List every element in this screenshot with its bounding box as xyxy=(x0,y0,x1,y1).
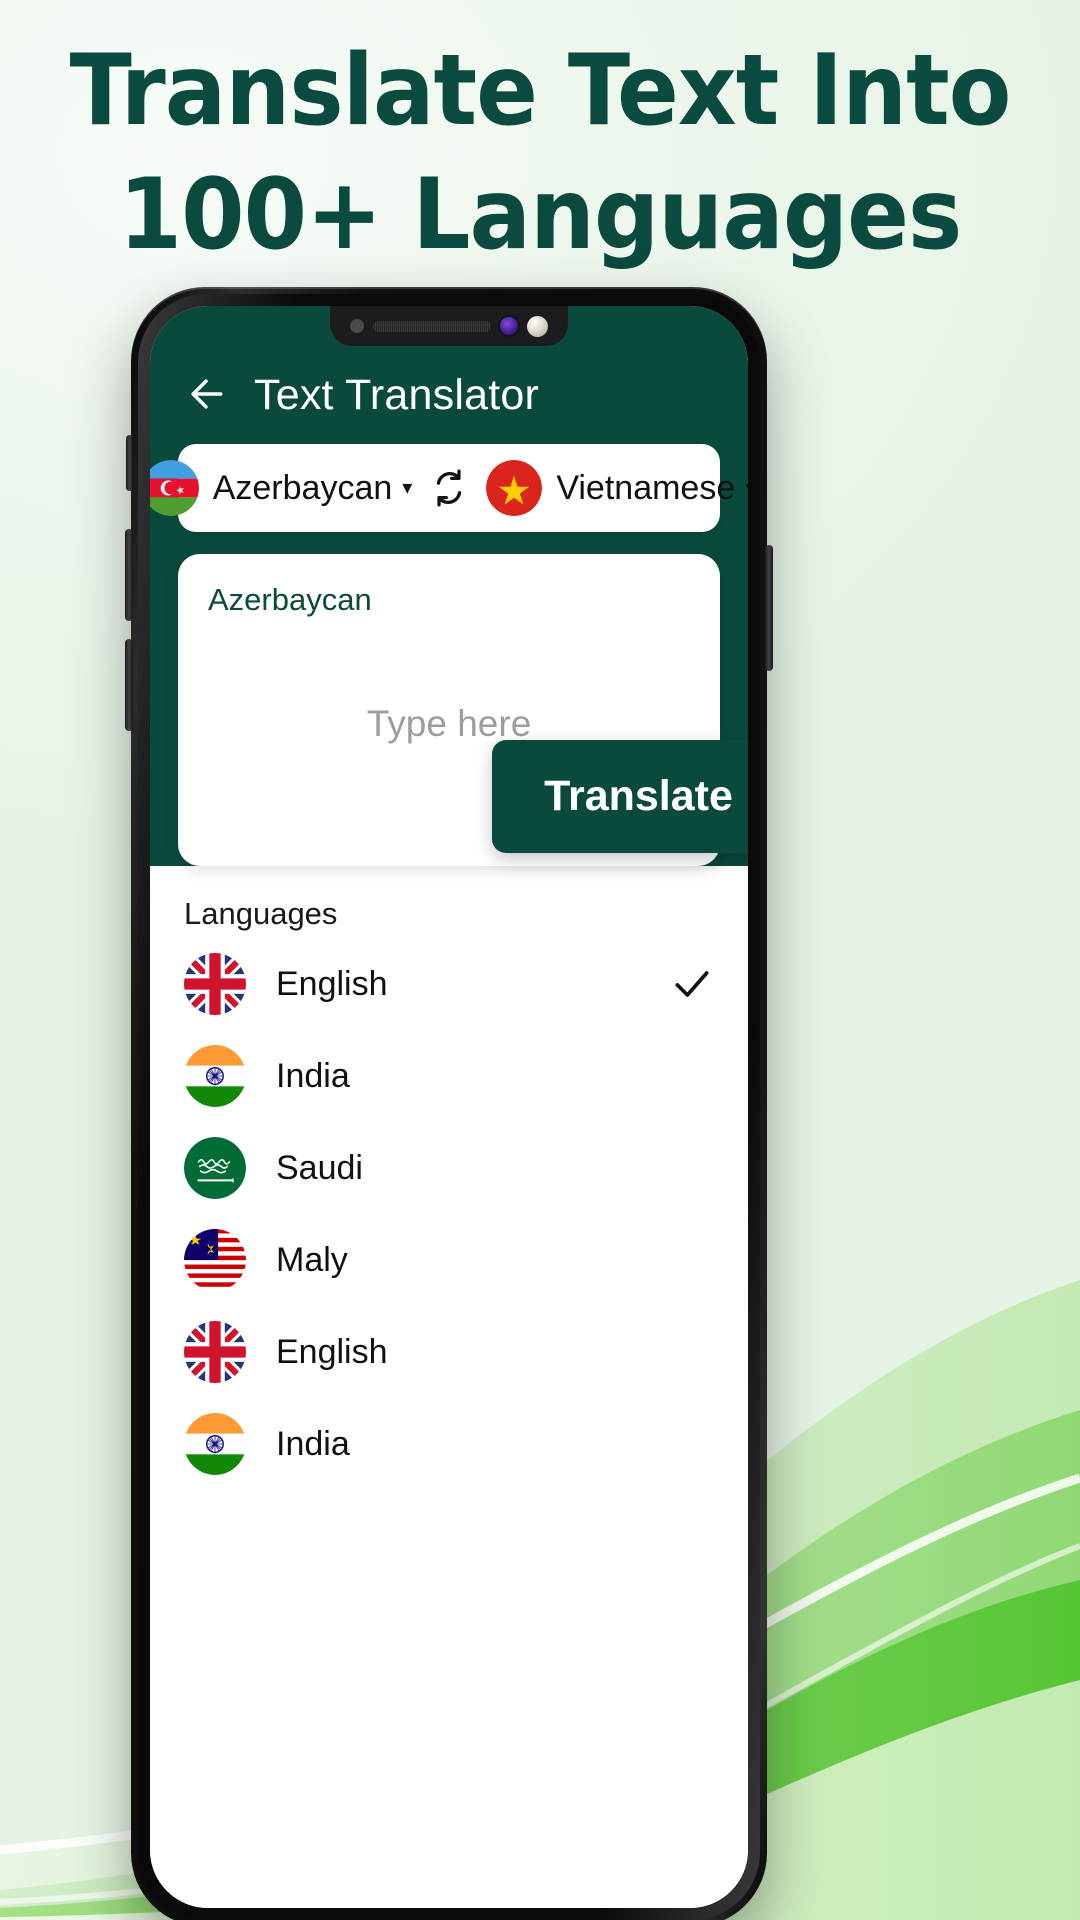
languages-list[interactable]: English India Saudi Maly English India xyxy=(150,938,748,1908)
saudi-flag-icon xyxy=(184,1137,246,1199)
language-list-item-label: English xyxy=(276,1332,388,1371)
india-flag-icon xyxy=(184,1413,246,1475)
languages-sheet: Languages English India Saudi Maly English In… xyxy=(150,866,748,1908)
phone-mute-switch xyxy=(126,435,133,491)
language-list-item[interactable]: Maly xyxy=(150,1214,748,1306)
check-icon xyxy=(675,971,709,997)
language-list-item-label: India xyxy=(276,1424,350,1463)
language-list-item[interactable]: India xyxy=(150,1398,748,1490)
language-list-item-label: English xyxy=(276,964,388,1003)
target-language-chevron-down-icon[interactable]: ▾ xyxy=(745,478,748,498)
language-selector-container: Azerbaycan ▾ Vietnamese xyxy=(150,434,748,532)
source-language-label[interactable]: Azerbaycan xyxy=(213,469,393,508)
swap-arrows-icon[interactable] xyxy=(426,465,472,511)
front-camera-icon xyxy=(527,315,548,337)
translate-button[interactable]: Translate xyxy=(492,740,748,853)
earpiece-speaker-icon xyxy=(373,320,491,332)
phone-power-button xyxy=(765,545,773,671)
iris-scanner-icon xyxy=(500,317,518,335)
input-card-container: Azerbaycan Type here Translate xyxy=(150,532,748,866)
india-flag-icon xyxy=(184,1045,246,1107)
phone-screen: Text Translator Azerbaycan ▾ Vietnamese … xyxy=(150,306,748,1908)
source-language-chevron-down-icon[interactable]: ▾ xyxy=(402,478,412,498)
vietnam-flag-icon xyxy=(486,460,543,516)
promo-headline: Translate Text Into 100+ Languages xyxy=(38,42,1042,264)
phone-volume-up-button xyxy=(125,529,133,621)
phone-notch xyxy=(330,306,568,346)
phone-volume-down-button xyxy=(125,639,133,731)
uk-flag-icon xyxy=(184,1321,246,1383)
language-list-item-label: Saudi xyxy=(276,1148,363,1187)
phone-mockup: Text Translator Azerbaycan ▾ Vietnamese … xyxy=(125,287,773,1920)
languages-section-title: Languages xyxy=(184,896,338,931)
language-list-item[interactable]: English xyxy=(150,1306,748,1398)
language-list-item-label: Maly xyxy=(276,1240,348,1279)
language-list-item[interactable]: English xyxy=(150,938,748,1030)
uk-flag-icon xyxy=(184,953,246,1015)
language-list-item[interactable]: Saudi xyxy=(150,1122,748,1214)
language-list-item[interactable]: India xyxy=(150,1030,748,1122)
headline-line-2: 100+ Languages xyxy=(118,158,963,272)
headline-line-1: Translate Text Into xyxy=(69,34,1012,148)
arrow-left-icon[interactable] xyxy=(184,372,228,416)
page-title: Text Translator xyxy=(254,371,539,419)
app-header-region: Text Translator Azerbaycan ▾ Vietnamese … xyxy=(150,306,748,866)
malaysia-flag-icon xyxy=(184,1229,246,1291)
language-list-item-label: India xyxy=(276,1056,350,1095)
target-language-label[interactable]: Vietnamese xyxy=(556,469,735,508)
language-selector-bar: Azerbaycan ▾ Vietnamese xyxy=(150,444,748,532)
proximity-sensor-icon xyxy=(350,319,364,333)
azerbaijan-flag-icon xyxy=(150,460,199,516)
